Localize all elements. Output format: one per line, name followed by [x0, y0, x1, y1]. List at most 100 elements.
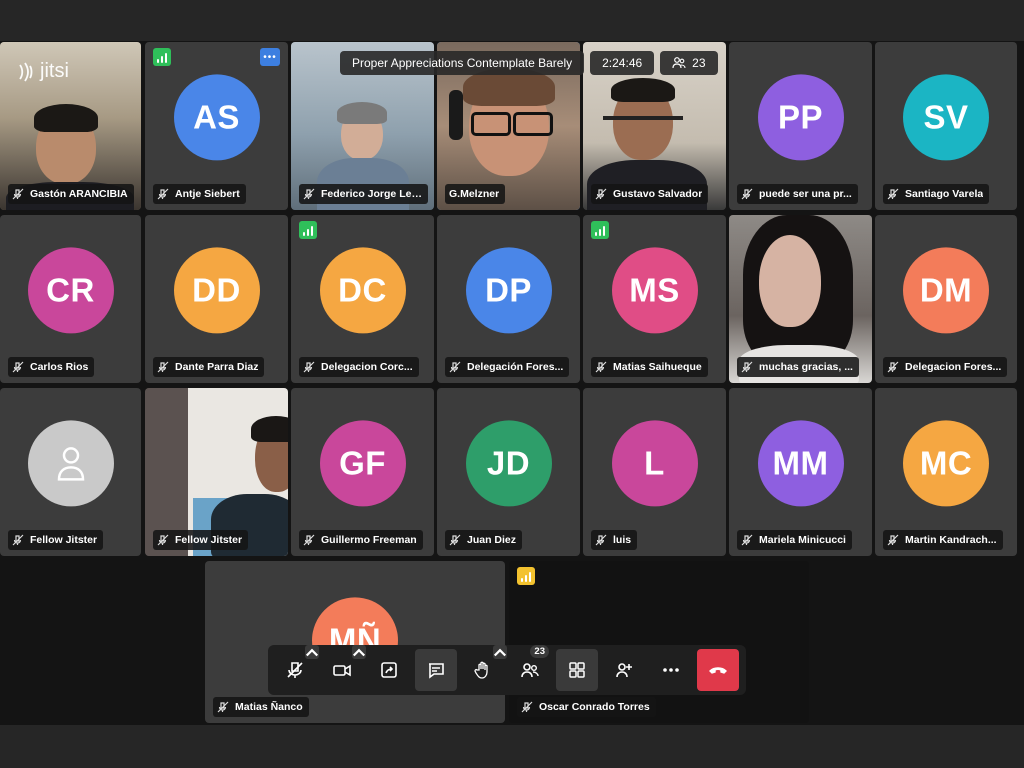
- mic-muted-icon: [303, 534, 315, 546]
- participant-name-tag: Mariela Minicucci: [737, 530, 852, 550]
- participant-tile[interactable]: jitsi Gastón ARANCIBIA: [0, 42, 141, 210]
- participant-name: Gastón ARANCIBIA: [30, 188, 128, 200]
- participant-name: Antje Siebert: [175, 188, 240, 200]
- participant-name: Gustavo Salvador: [613, 188, 703, 200]
- participants-icon: [521, 663, 539, 678]
- participant-tile[interactable]: MM Mariela Minicucci: [729, 388, 872, 556]
- camera-icon: [333, 664, 351, 677]
- participant-tile[interactable]: L luis: [583, 388, 726, 556]
- meeting-title: Proper Appreciations Contemplate Barely: [340, 51, 585, 75]
- screen-share-button[interactable]: [368, 649, 410, 691]
- participant-name: Delegacion Corc...: [321, 361, 413, 373]
- participant-tile[interactable]: Oscar Conrado Torres: [509, 561, 809, 723]
- participant-name-tag: Matias Ñanco: [213, 697, 309, 717]
- connection-good-icon: [153, 48, 171, 66]
- mic-muted-icon: [887, 188, 899, 200]
- participant-name-tag: Guillermo Freeman: [299, 530, 423, 550]
- more-actions-button[interactable]: [650, 649, 692, 691]
- chat-button[interactable]: [415, 649, 457, 691]
- participant-name-tag: Juan Diez: [445, 530, 523, 550]
- microphone-button[interactable]: [274, 645, 319, 691]
- raise-hand-button[interactable]: [462, 645, 507, 691]
- more-options-icon[interactable]: •••: [260, 48, 280, 66]
- chevron-up-icon[interactable]: [305, 645, 319, 659]
- chat-icon: [429, 663, 444, 679]
- mic-muted-icon: [741, 188, 753, 200]
- camera-button[interactable]: [321, 645, 366, 691]
- participant-tile[interactable]: CR Carlos Rios: [0, 215, 141, 383]
- participant-name: puede ser una pr...: [759, 188, 852, 200]
- participant-name: Matias Ñanco: [235, 701, 303, 713]
- avatar: AS: [173, 74, 260, 161]
- hang-up-button[interactable]: [697, 649, 739, 691]
- mic-muted-icon: [741, 534, 753, 546]
- participant-name-tag: Fellow Jitster: [8, 530, 104, 550]
- avatar: CR: [27, 247, 114, 334]
- participant-tile[interactable]: DD Dante Parra Diaz: [145, 215, 288, 383]
- avatar: PP: [757, 74, 844, 161]
- participant-tile[interactable]: ••• AS Antje Siebert: [145, 42, 288, 210]
- participant-name-tag: Delegacion Corc...: [299, 357, 419, 377]
- participants-indicator[interactable]: 23: [660, 51, 718, 75]
- participant-tile[interactable]: GF Guillermo Freeman: [291, 388, 434, 556]
- participant-tile[interactable]: MS Matias Saihueque: [583, 215, 726, 383]
- participant-tile[interactable]: MC Martin Kandrach...: [875, 388, 1017, 556]
- participants-button[interactable]: 23: [509, 645, 551, 691]
- participant-name: Dante Parra Diaz: [175, 361, 259, 373]
- participant-name: G.Melzner: [449, 188, 500, 200]
- participant-tile[interactable]: DP Delegación Fores...: [437, 215, 580, 383]
- mic-muted-icon: [157, 361, 169, 373]
- connection-good-icon: [591, 221, 609, 239]
- avatar: DP: [465, 247, 552, 334]
- add-user-icon: [616, 663, 632, 678]
- avatar: MS: [611, 247, 698, 334]
- mic-muted-icon: [887, 361, 899, 373]
- tile-view-button[interactable]: [556, 649, 598, 691]
- avatar: L: [611, 420, 698, 507]
- avatar: MC: [903, 420, 989, 507]
- participant-tile[interactable]: JD Juan Diez: [437, 388, 580, 556]
- avatar: DC: [319, 247, 406, 334]
- participant-tile[interactable]: SV Santiago Varela: [875, 42, 1017, 210]
- participant-count: 23: [692, 56, 706, 70]
- participant-name: Guillermo Freeman: [321, 534, 417, 546]
- chevron-up-icon[interactable]: [352, 645, 366, 659]
- participant-name: Delegacion Fores...: [905, 361, 1002, 373]
- participant-name: Carlos Rios: [30, 361, 89, 373]
- participant-name-tag: Matias Saihueque: [591, 357, 708, 377]
- screen-share-icon: [381, 662, 397, 678]
- jitsi-logo: jitsi: [16, 60, 69, 83]
- participant-name-tag: Delegación Fores...: [445, 357, 570, 377]
- participant-name-tag: G.Melzner: [445, 184, 506, 204]
- more-horizontal-icon: [663, 668, 679, 672]
- anonymous-user-icon: [27, 420, 114, 507]
- participant-name-tag: puede ser una pr...: [737, 184, 858, 204]
- participant-name-tag: Dante Parra Diaz: [153, 357, 265, 377]
- participant-tile[interactable]: muchas gracias, ...: [729, 215, 872, 383]
- participant-name: Santiago Varela: [905, 188, 984, 200]
- microphone-off-icon: [287, 662, 303, 678]
- participant-tile[interactable]: Fellow Jitster: [145, 388, 288, 556]
- participant-name-tag: Martin Kandrach...: [883, 530, 1003, 550]
- mic-muted-icon: [12, 188, 24, 200]
- avatar: DM: [903, 247, 989, 334]
- participant-tile[interactable]: DM Delegacion Fores...: [875, 215, 1017, 383]
- avatar: DD: [173, 247, 260, 334]
- logo-text: jitsi: [40, 60, 69, 82]
- mic-muted-icon: [449, 361, 461, 373]
- participants-icon: [672, 57, 686, 69]
- participant-name-tag: Carlos Rios: [8, 357, 95, 377]
- mic-muted-icon: [217, 701, 229, 713]
- chevron-up-icon[interactable]: [493, 645, 507, 659]
- bottom-band: [0, 725, 1024, 768]
- mic-muted-icon: [449, 534, 461, 546]
- participant-tile[interactable]: PP puede ser una pr...: [729, 42, 872, 210]
- participant-name: Delegación Fores...: [467, 361, 564, 373]
- participant-name-tag: Oscar Conrado Torres: [517, 697, 656, 717]
- participant-tile[interactable]: Fellow Jitster: [0, 388, 141, 556]
- mic-muted-icon: [521, 701, 533, 713]
- participant-tile[interactable]: DC Delegacion Corc...: [291, 215, 434, 383]
- mic-muted-icon: [157, 188, 169, 200]
- invite-button[interactable]: [603, 649, 645, 691]
- participant-name-tag: luis: [591, 530, 638, 550]
